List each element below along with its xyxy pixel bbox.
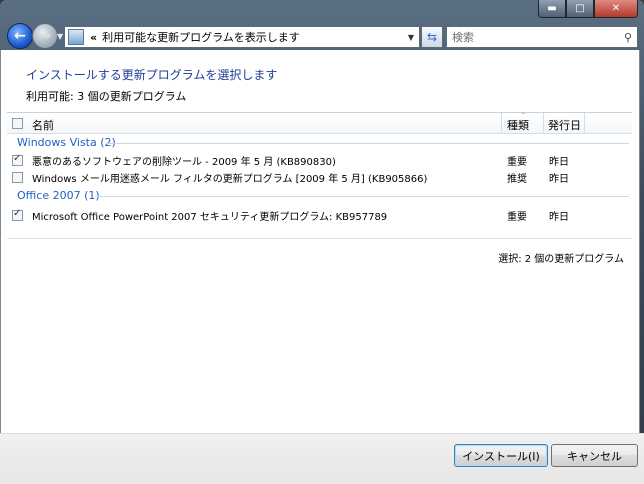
- column-header-published[interactable]: 発行日: [548, 117, 581, 133]
- available-count: 利用可能: 3 個の更新プログラム: [26, 90, 187, 103]
- update-date: 昨日: [549, 157, 569, 168]
- column-divider[interactable]: [584, 113, 585, 133]
- update-name: 悪意のあるソフトウェアの削除ツール - 2009 年 5 月 (KB890830…: [32, 157, 336, 168]
- close-button[interactable]: ✕: [594, 0, 638, 18]
- update-row[interactable]: Microsoft Office PowerPoint 2007 セキュリティ更…: [7, 207, 632, 223]
- update-row[interactable]: 悪意のあるソフトウェアの削除ツール - 2009 年 5 月 (KB890830…: [7, 152, 632, 168]
- address-bar[interactable]: « 利用可能な更新プログラムを表示します ▼: [64, 26, 420, 48]
- column-header-row: 名前 ⌃ 種類 発行日: [7, 112, 632, 134]
- chevron-down-icon[interactable]: ▼: [403, 33, 419, 42]
- maximize-button[interactable]: □: [566, 0, 594, 18]
- arrow-right-icon: →: [39, 28, 51, 44]
- update-checkbox[interactable]: [12, 153, 23, 166]
- select-all-checkbox[interactable]: [12, 118, 23, 129]
- group-header-office-2007[interactable]: Office 2007 (1): [17, 189, 100, 202]
- update-checkbox[interactable]: [12, 208, 23, 221]
- update-type: 重要: [507, 157, 527, 168]
- address-text: 利用可能な更新プログラムを表示します: [102, 31, 300, 44]
- search-input[interactable]: 検索: [447, 29, 619, 45]
- group-header-windows-vista[interactable]: Windows Vista (2): [17, 136, 116, 149]
- update-name: Windows メール用迷惑メール フィルタの更新プログラム [2009 年 5…: [32, 174, 428, 185]
- column-divider[interactable]: [501, 113, 502, 133]
- install-button[interactable]: インストール(I): [454, 444, 548, 467]
- group-divider: [107, 143, 629, 144]
- search-box[interactable]: 検索 ⚲: [446, 26, 638, 48]
- navigation-bar: ← → ▼ « 利用可能な更新プログラムを表示します ▼ ⇆ 検索 ⚲: [0, 20, 644, 50]
- arrow-left-icon: ←: [14, 28, 26, 44]
- column-header-type[interactable]: 種類: [507, 117, 529, 133]
- recent-pages-dropdown-icon[interactable]: ▼: [57, 32, 63, 41]
- update-type: 推奨: [507, 174, 527, 185]
- control-panel-icon: [68, 29, 84, 45]
- column-divider[interactable]: [543, 113, 544, 133]
- search-icon[interactable]: ⚲: [619, 31, 637, 44]
- update-name: Microsoft Office PowerPoint 2007 セキュリティ更…: [32, 212, 388, 223]
- address-overflow-chevron[interactable]: «: [90, 31, 97, 44]
- refresh-icon: ⇆: [426, 30, 438, 44]
- update-date: 昨日: [549, 174, 569, 185]
- dialog-footer: インストール(I) キャンセル: [0, 433, 644, 484]
- update-date: 昨日: [549, 212, 569, 223]
- caption-buttons: ▬ □ ✕: [538, 0, 638, 18]
- update-checkbox[interactable]: [12, 172, 23, 183]
- selected-count: 選択: 2 個の更新プログラム: [498, 254, 624, 265]
- page-heading: インストールする更新プログラムを選択します: [26, 68, 278, 82]
- column-header-name[interactable]: 名前: [32, 117, 54, 133]
- update-type: 重要: [507, 212, 527, 223]
- minimize-button[interactable]: ▬: [538, 0, 566, 18]
- back-button[interactable]: ←: [7, 23, 33, 49]
- group-divider: [95, 196, 629, 197]
- cancel-button[interactable]: キャンセル: [551, 444, 638, 467]
- update-row[interactable]: Windows メール用迷惑メール フィルタの更新プログラム [2009 年 5…: [7, 169, 632, 185]
- forward-button[interactable]: →: [32, 23, 58, 49]
- main-content: インストールする更新プログラムを選択します 利用可能: 3 個の更新プログラム …: [0, 50, 640, 433]
- refresh-button[interactable]: ⇆: [421, 26, 443, 48]
- updates-list: 名前 ⌃ 種類 発行日 Windows Vista (2) 悪意のあるソフトウェ…: [7, 112, 632, 239]
